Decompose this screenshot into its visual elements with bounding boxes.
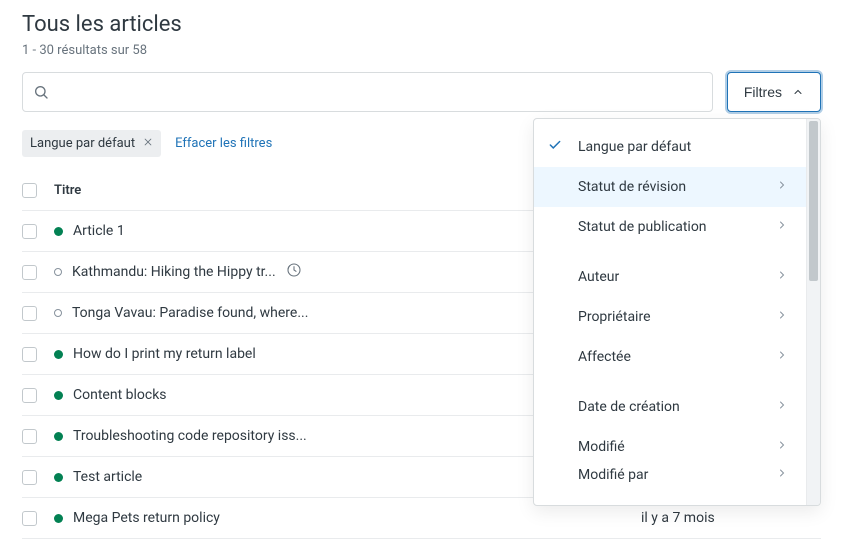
chevron-right-icon — [776, 269, 788, 285]
filter-menu-item-label: Modifié — [578, 439, 625, 455]
filter-menu-item-label: Statut de révision — [578, 179, 686, 195]
row-title[interactable]: Kathmandu: Hiking the Hippy tr... — [72, 264, 276, 280]
row-title[interactable]: How do I print my return label — [73, 346, 256, 362]
chevron-up-icon — [792, 86, 804, 98]
filter-chip-label: Langue par défaut — [30, 136, 135, 151]
chevron-right-icon — [776, 179, 788, 195]
filters-flyout-list: Langue par défaut Statut de révision Statu… — [534, 119, 806, 505]
filter-menu-item-label: Date de création — [578, 399, 680, 415]
close-icon[interactable] — [143, 136, 153, 151]
filter-chip-default-lang[interactable]: Langue par défaut — [22, 130, 161, 157]
scrollbar-track[interactable] — [806, 119, 820, 505]
row-title[interactable]: Article 1 — [73, 223, 125, 239]
filter-menu-item-label: Propriétaire — [578, 309, 651, 325]
page-title: Tous les articles — [22, 12, 821, 37]
menu-separator — [534, 377, 806, 387]
filter-menu-item[interactable]: Propriétaire — [534, 297, 806, 337]
chevron-right-icon — [776, 219, 788, 235]
scrollbar-thumb[interactable] — [809, 121, 818, 281]
results-summary: 1 - 30 résultats sur 58 — [22, 43, 821, 58]
filter-menu-item-label: Statut de publication — [578, 219, 707, 235]
row-checkbox[interactable] — [22, 511, 37, 526]
menu-separator — [534, 247, 806, 257]
filter-menu-item[interactable]: Date de création — [534, 387, 806, 427]
filters-button-label: Filtres — [744, 84, 782, 100]
status-dot — [54, 391, 63, 400]
filter-menu-item[interactable]: Affectée — [534, 337, 806, 377]
row-title[interactable]: Mega Pets return policy — [73, 510, 220, 526]
search-input-wrap[interactable] — [22, 72, 713, 112]
filter-menu-item[interactable]: Langue par défaut — [534, 127, 806, 167]
status-dot — [54, 268, 62, 276]
filter-menu-item[interactable]: Modifié par — [534, 467, 806, 491]
filter-menu-item-label: Langue par défaut — [578, 139, 691, 155]
filters-button[interactable]: Filtres — [727, 72, 821, 112]
row-checkbox[interactable] — [22, 347, 37, 362]
status-dot — [54, 514, 63, 523]
history-icon — [286, 262, 302, 282]
row-title[interactable]: Troubleshooting code repository iss... — [73, 428, 307, 444]
column-header-title[interactable]: Titre — [54, 183, 81, 198]
filter-menu-item-label: Modifié par — [578, 467, 648, 483]
clear-filters-link[interactable]: Effacer les filtres — [175, 136, 272, 151]
status-dot — [54, 350, 63, 359]
row-modified: il y a 7 mois — [641, 510, 715, 526]
filters-flyout: Langue par défaut Statut de révision Statu… — [533, 118, 821, 506]
search-icon — [33, 84, 49, 100]
status-dot — [54, 309, 62, 317]
status-dot — [54, 432, 63, 441]
row-checkbox[interactable] — [22, 470, 37, 485]
row-checkbox[interactable] — [22, 429, 37, 444]
chevron-right-icon — [776, 309, 788, 325]
filter-menu-item[interactable]: Modifié — [534, 427, 806, 467]
toolbar: Filtres — [22, 72, 821, 112]
search-input[interactable] — [57, 83, 702, 101]
filter-menu-item[interactable]: Auteur — [534, 257, 806, 297]
status-dot — [54, 227, 63, 236]
row-checkbox[interactable] — [22, 265, 37, 280]
chevron-right-icon — [776, 349, 788, 365]
filter-menu-item-label: Auteur — [578, 269, 619, 285]
row-title[interactable]: Tonga Vavau: Paradise found, where... — [72, 305, 308, 321]
filter-menu-item[interactable]: Statut de publication — [534, 207, 806, 247]
select-all-checkbox[interactable] — [22, 183, 37, 198]
status-dot — [54, 473, 63, 482]
check-icon — [548, 138, 562, 156]
row-checkbox[interactable] — [22, 306, 37, 321]
row-title[interactable]: Content blocks — [73, 387, 167, 403]
row-checkbox[interactable] — [22, 388, 37, 403]
row-title[interactable]: Test article — [73, 469, 142, 485]
filter-menu-item[interactable]: Statut de révision — [534, 167, 806, 207]
chevron-right-icon — [776, 399, 788, 415]
row-checkbox[interactable] — [22, 224, 37, 239]
chevron-right-icon — [776, 439, 788, 455]
filter-menu-item-label: Affectée — [578, 349, 631, 365]
chevron-right-icon — [776, 467, 788, 483]
